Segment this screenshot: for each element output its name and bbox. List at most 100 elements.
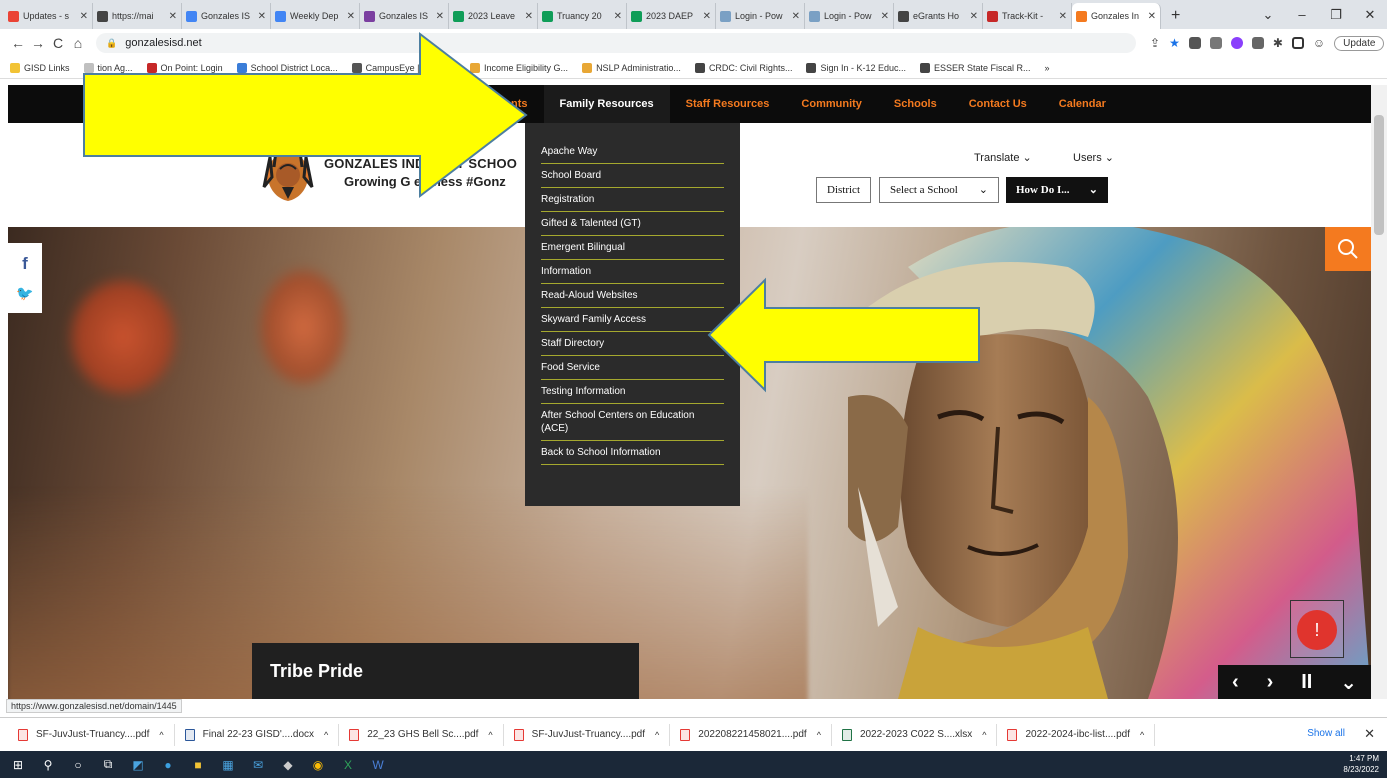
- chevron-up-icon[interactable]: ^: [488, 730, 492, 740]
- more-bookmarks-icon[interactable]: »: [1045, 63, 1050, 73]
- browser-tab[interactable]: Gonzales IS ✕: [182, 3, 271, 29]
- browser-tab[interactable]: eGrants Ho ✕: [894, 3, 983, 29]
- puzzle-icon[interactable]: ✱: [1273, 36, 1283, 50]
- tab-close-icon[interactable]: ✕: [1148, 11, 1156, 22]
- bookmark-item[interactable]: GISD Links: [10, 62, 70, 73]
- forward-arrow-icon[interactable]: →: [28, 35, 48, 51]
- close-window-icon[interactable]: ✕: [1353, 7, 1387, 23]
- chevron-up-icon[interactable]: ^: [159, 730, 163, 740]
- nav-item-contact-us[interactable]: Contact Us: [953, 85, 1043, 123]
- hero-caption[interactable]: Tribe Pride: [252, 643, 639, 699]
- nav-item-community[interactable]: Community: [785, 85, 878, 123]
- dropdown-menu-item[interactable]: Food Service: [541, 356, 724, 380]
- dropdown-menu-item[interactable]: Read-Aloud Websites: [541, 284, 724, 308]
- update-button[interactable]: Update: [1334, 35, 1385, 51]
- browser-tab[interactable]: 2023 Leave ✕: [449, 3, 538, 29]
- nav-item-family-resources[interactable]: Family Resources: [543, 85, 670, 123]
- excel-icon[interactable]: X: [340, 757, 356, 773]
- nav-item-staff-resources[interactable]: Staff Resources: [670, 85, 786, 123]
- extension-icon[interactable]: [1209, 37, 1222, 49]
- app-icon[interactable]: ◩: [130, 757, 146, 773]
- dropdown-menu-item[interactable]: Information: [541, 260, 724, 284]
- bookmark-item[interactable]: ESSER State Fiscal R...: [920, 62, 1031, 73]
- dropdown-menu-item[interactable]: School Board: [541, 164, 724, 188]
- dropdown-menu-item[interactable]: Emergent Bilingual: [541, 236, 724, 260]
- browser-tab[interactable]: Gonzales IS ✕: [360, 3, 449, 29]
- show-all-downloads-link[interactable]: Show all: [1307, 728, 1345, 739]
- tab-close-icon[interactable]: ✕: [258, 11, 266, 22]
- tab-close-icon[interactable]: ✕: [970, 11, 978, 22]
- next-slide-icon[interactable]: ›: [1267, 671, 1274, 694]
- mail-icon[interactable]: ✉: [250, 757, 266, 773]
- district-button[interactable]: District: [816, 177, 871, 203]
- share-icon[interactable]: ⇪: [1150, 36, 1160, 50]
- dropdown-menu-item[interactable]: Registration: [541, 188, 724, 212]
- browser-tab[interactable]: 2023 DAEP ✕: [627, 3, 716, 29]
- alert-button[interactable]: !: [1297, 610, 1337, 650]
- browser-tab[interactable]: Track-Kit - ✕: [983, 3, 1072, 29]
- tab-close-icon[interactable]: ✕: [525, 11, 533, 22]
- dropdown-menu-item[interactable]: Testing Information: [541, 380, 724, 404]
- tab-close-icon[interactable]: ✕: [80, 11, 88, 22]
- select-school-dropdown[interactable]: Select a School ⌄: [879, 177, 999, 203]
- dropdown-menu-item[interactable]: Back to School Information: [541, 441, 724, 465]
- dropdown-menu-item[interactable]: Skyward Family Access: [541, 308, 724, 332]
- tab-close-icon[interactable]: ✕: [792, 11, 800, 22]
- file-explorer-icon[interactable]: ■: [190, 757, 206, 773]
- close-downloads-icon[interactable]: ✕: [1364, 726, 1375, 742]
- app-icon[interactable]: ◆: [280, 757, 296, 773]
- users-dropdown[interactable]: Users ⌄: [1073, 151, 1114, 164]
- dropdown-menu-item[interactable]: After School Centers on Education (ACE): [541, 404, 724, 441]
- chrome-icon[interactable]: ◉: [310, 757, 326, 773]
- browser-tab[interactable]: Login - Pow ✕: [716, 3, 805, 29]
- profile-avatar-icon[interactable]: ☺: [1313, 36, 1325, 50]
- scrollbar-thumb[interactable]: [1374, 115, 1384, 235]
- task-view-icon[interactable]: ⧉: [100, 757, 116, 773]
- tab-close-icon[interactable]: ✕: [614, 11, 622, 22]
- chevron-up-icon[interactable]: ^: [1140, 730, 1144, 740]
- store-icon[interactable]: ▦: [220, 757, 236, 773]
- page-scrollbar[interactable]: [1371, 85, 1387, 699]
- tab-close-icon[interactable]: ✕: [1059, 11, 1067, 22]
- back-arrow-icon[interactable]: ←: [8, 35, 28, 51]
- translate-dropdown[interactable]: Translate ⌄: [974, 151, 1032, 164]
- browser-tab[interactable]: Gonzales In ✕: [1072, 3, 1161, 29]
- download-item[interactable]: SF-JuvJust-Truancy....pdf ^: [8, 723, 175, 746]
- restore-icon[interactable]: ❐: [1319, 7, 1353, 23]
- chevron-up-icon[interactable]: ^: [817, 730, 821, 740]
- previous-slide-icon[interactable]: ‹: [1232, 671, 1239, 694]
- dropdown-menu-item[interactable]: Apache Way: [541, 123, 724, 164]
- bookmark-item[interactable]: Sign In - K-12 Educ...: [806, 62, 906, 73]
- bookmark-star-icon[interactable]: ★: [1169, 36, 1180, 50]
- tab-search-icon[interactable]: ⌄: [1251, 7, 1285, 23]
- download-item[interactable]: SF-JuvJust-Truancy....pdf ^: [504, 723, 671, 746]
- browser-tab[interactable]: https://mai ✕: [93, 3, 182, 29]
- extension-icon[interactable]: [1230, 37, 1243, 49]
- browser-tab[interactable]: Login - Pow ✕: [805, 3, 894, 29]
- site-search-button[interactable]: [1325, 227, 1371, 271]
- download-item[interactable]: 22_23 GHS Bell Sc....pdf ^: [339, 723, 504, 746]
- sidebar-icon[interactable]: [1291, 37, 1304, 49]
- how-do-i-dropdown[interactable]: How Do I... ⌄: [1006, 177, 1108, 203]
- tab-close-icon[interactable]: ✕: [436, 11, 444, 22]
- tab-close-icon[interactable]: ✕: [703, 11, 711, 22]
- taskbar-clock[interactable]: 1:47 PM 8/23/2022: [1343, 753, 1379, 775]
- chevron-up-icon[interactable]: ^: [324, 730, 328, 740]
- nav-item-schools[interactable]: Schools: [878, 85, 953, 123]
- dropdown-menu-item[interactable]: Staff Directory: [541, 332, 724, 356]
- download-item[interactable]: 202208221458021....pdf ^: [670, 723, 832, 746]
- browser-tab[interactable]: Weekly Dep ✕: [271, 3, 360, 29]
- word-icon[interactable]: W: [370, 757, 386, 773]
- facebook-icon[interactable]: f: [22, 254, 28, 274]
- tab-close-icon[interactable]: ✕: [347, 11, 355, 22]
- pause-icon[interactable]: II: [1301, 671, 1312, 694]
- cortana-icon[interactable]: ○: [70, 757, 86, 773]
- chevron-up-icon[interactable]: ^: [982, 730, 986, 740]
- collapse-icon[interactable]: ⌄: [1340, 670, 1357, 695]
- browser-tab[interactable]: Truancy 20 ✕: [538, 3, 627, 29]
- reload-icon[interactable]: C: [48, 35, 68, 51]
- chevron-up-icon[interactable]: ^: [655, 730, 659, 740]
- tab-close-icon[interactable]: ✕: [169, 11, 177, 22]
- browser-tab[interactable]: Updates - s ✕: [4, 3, 93, 29]
- minimize-icon[interactable]: –: [1285, 7, 1319, 22]
